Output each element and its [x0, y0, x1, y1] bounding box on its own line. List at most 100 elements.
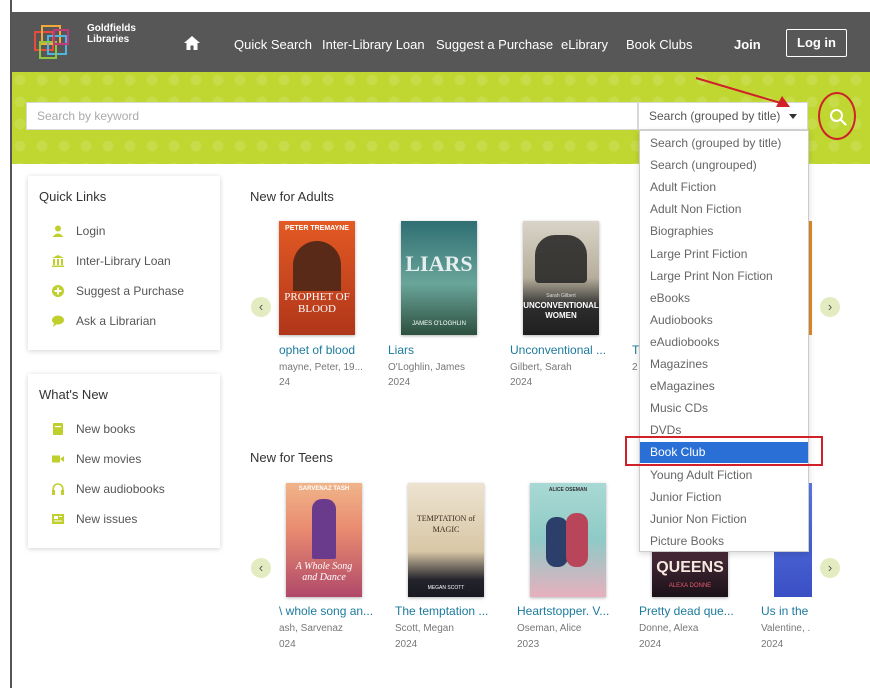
- plus-circle-icon: [52, 285, 64, 297]
- cover-author: JAMES O'LOGHLIN: [412, 321, 466, 327]
- book-year: 2024: [639, 639, 662, 650]
- book-title-link[interactable]: \ whole song an...: [279, 604, 384, 618]
- teens-prev-button[interactable]: ‹: [251, 558, 271, 578]
- cover-art: [566, 513, 588, 567]
- quick-link-label: Ask a Librarian: [76, 314, 157, 328]
- cover-author: PETER TREMAYNE: [285, 225, 349, 232]
- whats-new-card: What's New New books New movies New audi…: [28, 374, 220, 548]
- cover-art: [546, 517, 568, 567]
- dropdown-option[interactable]: Large Print Non Fiction: [640, 266, 808, 287]
- book-year: 2023: [517, 639, 540, 650]
- cover-title: TEMPTATION of MAGIC: [416, 514, 476, 534]
- nav-book-clubs[interactable]: Book Clubs: [626, 37, 692, 52]
- adults-prev-button[interactable]: ‹: [251, 297, 271, 317]
- login-button[interactable]: Log in: [786, 29, 847, 57]
- dropdown-option[interactable]: Adult Fiction: [640, 177, 808, 198]
- book-title-link[interactable]: Heartstopper. V...: [517, 604, 622, 618]
- new-movies-label: New movies: [76, 452, 142, 466]
- quick-link-label: Suggest a Purchase: [76, 284, 185, 298]
- book-cover[interactable]: TEMPTATION of MAGIC MEGAN SCOTT: [408, 483, 484, 597]
- dropdown-option[interactable]: eMagazines: [640, 376, 808, 397]
- book-author: Scott, Megan: [395, 623, 454, 634]
- headphones-icon: [52, 483, 64, 495]
- site-header: Goldfields Libraries Quick Search Inter-…: [12, 12, 870, 72]
- whats-new-title: What's New: [39, 387, 108, 402]
- book-year: 24: [279, 377, 291, 388]
- logo-text: Goldfields Libraries: [87, 23, 136, 45]
- cover-art: [293, 241, 341, 291]
- nav-elibrary[interactable]: eLibrary: [561, 37, 608, 52]
- user-icon: [52, 225, 64, 237]
- book-title-link[interactable]: Us in the: [761, 604, 813, 618]
- annotation-arrow-icon: [695, 77, 790, 107]
- new-issues-label: New issues: [76, 512, 138, 526]
- book-author: ash, Sarvenaz: [279, 623, 343, 634]
- nav-quick-search[interactable]: Quick Search: [234, 37, 312, 52]
- dropdown-option[interactable]: Young Adult Fiction: [640, 465, 808, 486]
- search-input[interactable]: Search by keyword: [26, 102, 638, 130]
- book-author: Gilbert, Sarah: [510, 362, 572, 373]
- teens-next-button[interactable]: ›: [820, 558, 840, 578]
- logo-line-2: Libraries: [87, 34, 130, 45]
- book-year: 2024: [395, 639, 418, 650]
- dropdown-option[interactable]: Junior Non Fiction: [640, 509, 808, 530]
- nav-inter-library-loan[interactable]: Inter-Library Loan: [322, 37, 425, 52]
- book-cover[interactable]: ALICE OSEMAN: [530, 483, 606, 597]
- book-author: O'Loghlin, James: [388, 362, 465, 373]
- book-title-link[interactable]: ophet of blood: [279, 343, 365, 357]
- book-year: 2: [632, 362, 638, 373]
- cover-title: A Whole Song and Dance: [295, 561, 353, 583]
- cover-title: QUEENS: [656, 559, 724, 576]
- book-cover[interactable]: PETER TREMAYNE PROPHET OF BLOOD: [279, 221, 355, 335]
- new-books-label: New books: [76, 422, 136, 436]
- nav-suggest-purchase[interactable]: Suggest a Purchase: [436, 37, 553, 52]
- book-title-link[interactable]: Unconventional ...: [510, 343, 615, 357]
- home-icon[interactable]: [184, 36, 200, 50]
- page-frame: Goldfields Libraries Quick Search Inter-…: [12, 12, 870, 688]
- dropdown-option[interactable]: eAudiobooks: [640, 332, 808, 353]
- cover-author: Sarah Gilbert: [546, 293, 576, 299]
- book-cover[interactable]: SARVENAZ TASH A Whole Song and Dance: [286, 483, 362, 597]
- book-author: Oseman, Alice: [517, 623, 582, 634]
- annotation-highlight-box: [625, 436, 823, 466]
- dropdown-option[interactable]: eBooks: [640, 288, 808, 309]
- quick-links-card: Quick Links Login Inter-Library Loan Sug…: [28, 176, 220, 350]
- logo-line-1: Goldfields: [87, 23, 136, 34]
- library-logo-icon[interactable]: [32, 22, 76, 64]
- adults-next-button[interactable]: ›: [820, 297, 840, 317]
- bank-icon: [52, 255, 64, 267]
- book-year: 024: [279, 639, 296, 650]
- book-title-link[interactable]: Liars: [388, 343, 508, 357]
- cover-art: [312, 499, 336, 559]
- dropdown-option[interactable]: Junior Fiction: [640, 487, 808, 508]
- dropdown-option[interactable]: Picture Books: [640, 531, 808, 552]
- dropdown-option[interactable]: Search (grouped by title): [640, 133, 808, 154]
- book-cover[interactable]: Sarah Gilbert UNCONVENTIONAL WOMEN: [523, 221, 599, 335]
- book-author: Donne, Alexa: [639, 623, 699, 634]
- dropdown-option[interactable]: Search (ungrouped): [640, 155, 808, 176]
- search-icon: [830, 109, 847, 126]
- cover-author: ALEXA DONNE: [668, 583, 712, 589]
- dropdown-option[interactable]: Adult Non Fiction: [640, 199, 808, 220]
- book-year: 2024: [761, 639, 784, 650]
- book-title-link[interactable]: The temptation ...: [395, 604, 500, 618]
- quick-link-label: Inter-Library Loan: [76, 254, 171, 268]
- caret-down-icon: [789, 114, 797, 119]
- dropdown-option[interactable]: Music CDs: [640, 398, 808, 419]
- dropdown-option[interactable]: Magazines: [640, 354, 808, 375]
- join-link[interactable]: Join: [734, 37, 761, 52]
- dropdown-option[interactable]: Large Print Fiction: [640, 244, 808, 265]
- search-button[interactable]: [818, 92, 856, 140]
- adults-section-title: New for Adults: [250, 189, 334, 204]
- book-author: Valentine, .: [761, 623, 811, 634]
- book-cover[interactable]: LIARS JAMES O'LOGHLIN: [401, 221, 477, 335]
- teens-section-title: New for Teens: [250, 450, 333, 465]
- book-year: 2024: [510, 377, 533, 388]
- book-icon: [53, 423, 63, 435]
- cover-title: PROPHET OF BLOOD: [284, 291, 350, 315]
- window-edge: [0, 0, 12, 688]
- dropdown-option[interactable]: Audiobooks: [640, 310, 808, 331]
- cover-author: MEGAN SCOTT: [427, 585, 465, 591]
- dropdown-option[interactable]: Biographies: [640, 221, 808, 242]
- book-title-link[interactable]: Pretty dead que...: [639, 604, 744, 618]
